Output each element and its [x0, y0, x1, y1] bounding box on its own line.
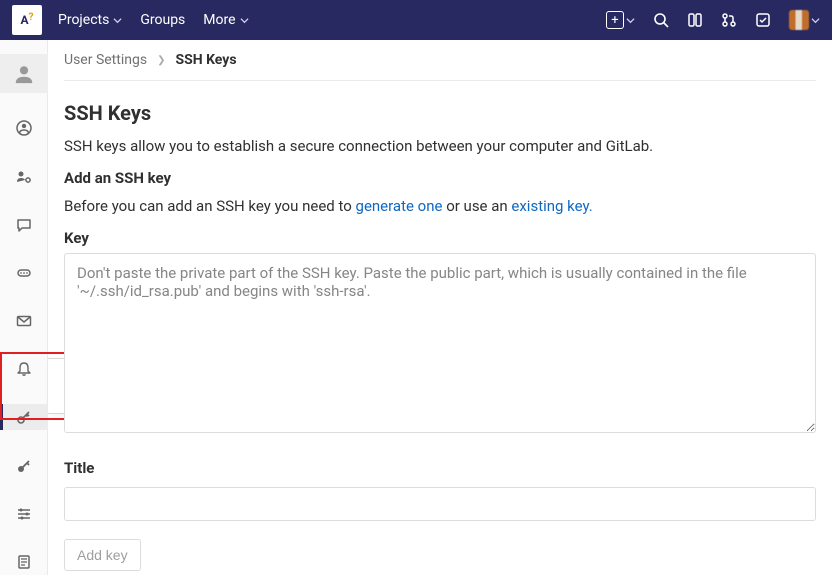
token-icon — [16, 265, 32, 281]
user-circle-icon — [16, 120, 32, 136]
key-field-label: Key — [64, 229, 816, 247]
chevron-down-icon — [113, 16, 122, 25]
user-gear-icon — [16, 169, 32, 185]
plus-icon: + — [606, 11, 624, 29]
issues-button[interactable] — [687, 12, 703, 28]
search-icon — [653, 12, 669, 28]
sidebar-item-ssh-keys[interactable] — [0, 404, 48, 430]
sidebar-profile[interactable] — [0, 54, 48, 93]
title-input[interactable] — [64, 487, 816, 521]
chevron-down-icon — [240, 16, 249, 25]
page-description: SSH keys allow you to establish a secure… — [64, 137, 816, 155]
nav-projects[interactable]: Projects — [58, 12, 122, 28]
nav-groups-label: Groups — [140, 12, 185, 28]
issues-icon — [687, 12, 703, 28]
breadcrumb-root[interactable]: User Settings — [64, 52, 147, 68]
todos-button[interactable] — [755, 12, 771, 28]
chevron-down-icon — [811, 16, 820, 25]
sidebar-item-emails[interactable] — [0, 308, 48, 334]
hint-text-1: Before you can add an SSH key you need t… — [64, 197, 356, 215]
chevron-down-icon — [626, 16, 635, 25]
chat-icon — [16, 217, 32, 233]
add-key-button[interactable]: Add key — [64, 539, 141, 571]
main-content: User Settings ❯ SSH Keys SSH Keys SSH ke… — [48, 40, 832, 575]
brand-logo[interactable]: A? — [12, 5, 42, 35]
add-key-heading: Add an SSH key — [64, 169, 816, 187]
key-textarea[interactable] — [64, 253, 816, 433]
sliders-icon — [16, 506, 32, 522]
sidebar-item-applications[interactable] — [0, 163, 48, 189]
breadcrumb-current: SSH Keys — [175, 52, 236, 68]
add-key-hint: Before you can add an SSH key you need t… — [64, 197, 816, 215]
bell-icon — [16, 361, 32, 377]
sidebar-item-notifications[interactable] — [0, 356, 48, 382]
nav-projects-label: Projects — [58, 12, 109, 28]
title-field-label: Title — [64, 459, 816, 477]
key-icon — [16, 409, 32, 425]
todo-icon — [755, 12, 771, 28]
avatar — [789, 10, 809, 30]
link-existing-key[interactable]: existing key. — [511, 197, 592, 215]
user-avatar-icon — [13, 63, 35, 85]
sidebar-item-chat[interactable] — [0, 212, 48, 238]
nav-groups[interactable]: Groups — [140, 12, 185, 28]
new-dropdown[interactable]: + — [606, 11, 635, 29]
key-solid-icon — [16, 458, 32, 474]
merge-requests-button[interactable] — [721, 12, 737, 28]
sidebar-item-gpg-keys[interactable] — [0, 452, 48, 478]
top-nav: A? Projects Groups More + — [0, 0, 832, 40]
hint-text-2: or use an — [442, 197, 511, 215]
user-menu[interactable] — [789, 10, 820, 30]
sidebar-item-preferences[interactable] — [0, 501, 48, 527]
merge-request-icon — [721, 12, 737, 28]
search-button[interactable] — [653, 12, 669, 28]
breadcrumb: User Settings ❯ SSH Keys — [64, 52, 816, 81]
link-generate-one[interactable]: generate one — [356, 197, 443, 215]
mail-icon — [16, 313, 32, 329]
sidebar-item-active-sessions[interactable] — [0, 549, 48, 575]
sidebar-item-access-tokens[interactable] — [0, 260, 48, 286]
page-title: SSH Keys — [64, 101, 816, 125]
nav-more[interactable]: More — [203, 12, 248, 28]
sidebar-item-account[interactable] — [0, 115, 48, 141]
document-icon — [16, 554, 32, 570]
chevron-right-icon: ❯ — [157, 55, 165, 66]
nav-more-label: More — [203, 12, 235, 28]
sidebar — [0, 40, 48, 575]
